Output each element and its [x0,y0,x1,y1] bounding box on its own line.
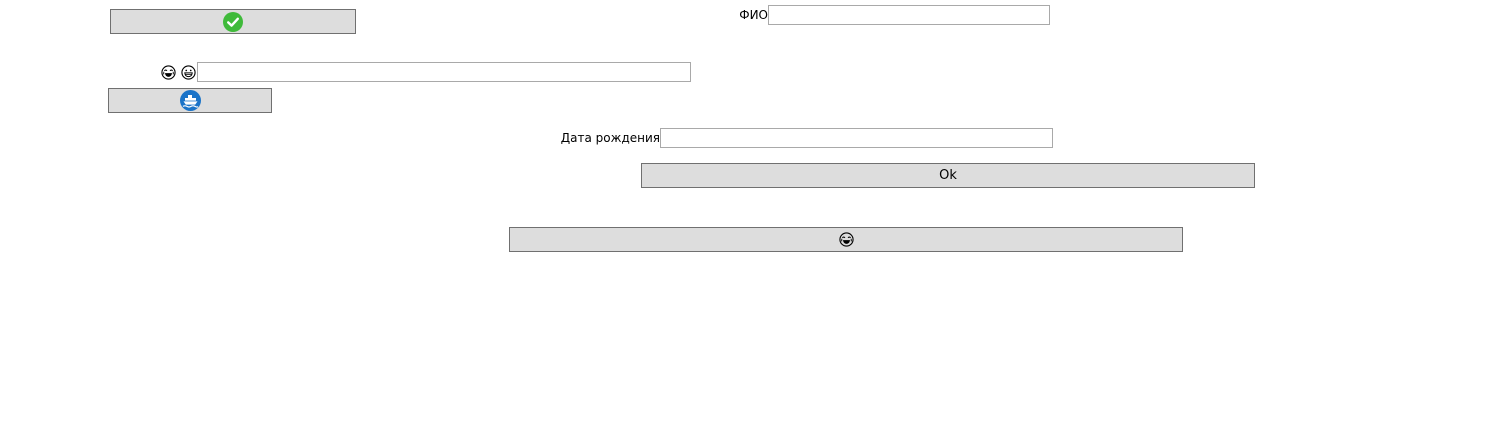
laughing-face-icon [838,232,854,247]
confirm-button[interactable] [110,9,356,34]
emoji-button[interactable] [509,227,1183,252]
fio-label: ФИО [739,8,768,22]
check-circle-icon [223,11,243,32]
birthdate-label: Дата рождения [560,131,660,145]
emoji-text-field[interactable] [197,62,691,82]
grinning-face-icon [181,65,196,80]
ok-button-label: Ok [939,168,957,183]
birthdate-field[interactable] [660,128,1053,148]
ship-icon [179,90,201,111]
ship-button[interactable] [108,88,272,113]
ok-button[interactable]: Ok [641,163,1255,188]
laughing-face-icon [161,65,176,80]
fio-field[interactable] [768,5,1050,25]
